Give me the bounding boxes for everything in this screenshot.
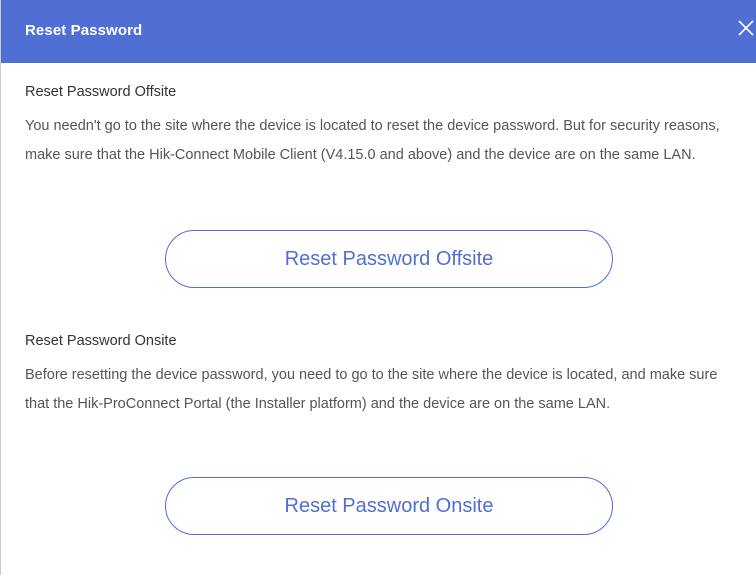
onsite-heading: Reset Password Onsite	[25, 333, 177, 349]
close-icon[interactable]	[735, 15, 756, 41]
offsite-heading: Reset Password Offsite	[25, 84, 177, 100]
dialog-header: Reset Password	[1, 0, 756, 63]
reset-onsite-button[interactable]: Reset Password Onsite	[165, 477, 613, 535]
onsite-description: Before resetting the device password, yo…	[25, 367, 718, 412]
reset-password-dialog: Reset Password Reset Password Offsite Yo…	[0, 0, 756, 575]
onsite-section: Reset Password Onsite Before resetting t…	[25, 333, 740, 419]
offsite-section: Reset Password Offsite You needn't go to…	[25, 84, 740, 170]
dialog-title: Reset Password	[25, 22, 143, 39]
offsite-description: You needn't go to the site where the dev…	[25, 118, 720, 163]
reset-offsite-button[interactable]: Reset Password Offsite	[165, 230, 613, 288]
